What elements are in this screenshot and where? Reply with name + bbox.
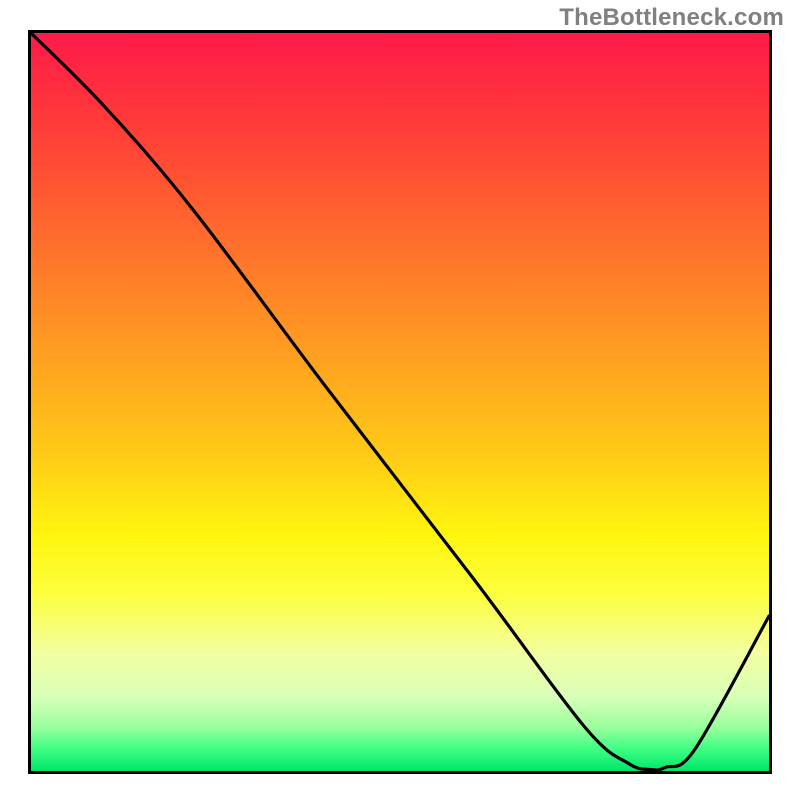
plot-area (28, 30, 772, 774)
bottleneck-curve (31, 33, 769, 771)
watermark-text: TheBottleneck.com (559, 4, 784, 32)
minimum-marker (619, 771, 693, 775)
